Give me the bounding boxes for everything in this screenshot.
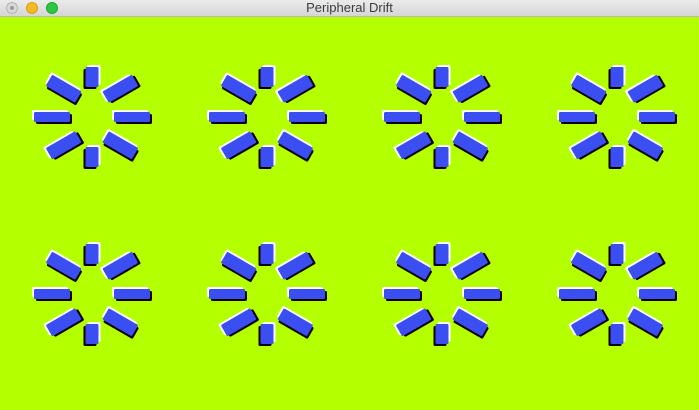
drift-tile <box>608 145 626 169</box>
tile-face <box>209 112 245 122</box>
tile-face <box>610 147 624 167</box>
drift-tile <box>83 322 101 346</box>
drift-tile <box>433 322 451 346</box>
tile-face <box>85 244 99 264</box>
drift-tile <box>557 287 597 301</box>
drift-tile <box>287 110 327 124</box>
tile-face <box>464 289 500 299</box>
drift-tile <box>637 110 677 124</box>
drift-tile <box>382 110 422 124</box>
tile-face <box>639 289 675 299</box>
tile-face <box>435 244 449 264</box>
drift-tile <box>637 287 677 301</box>
canvas-background <box>0 17 699 410</box>
illusion-canvas <box>0 17 699 410</box>
drift-tile <box>462 110 502 124</box>
tile-face <box>85 147 99 167</box>
tile-face <box>435 147 449 167</box>
tile-face <box>610 67 624 87</box>
tile-face <box>559 112 595 122</box>
drift-tile <box>112 110 152 124</box>
drift-tile <box>207 287 247 301</box>
tile-face <box>85 324 99 344</box>
drift-tile <box>608 322 626 346</box>
drift-tile <box>83 242 101 266</box>
peripheral-drift-drawing <box>0 17 699 410</box>
drift-tile <box>462 287 502 301</box>
drift-tile <box>258 322 276 346</box>
drift-tile <box>258 242 276 266</box>
drift-tile <box>258 65 276 89</box>
tile-face <box>260 244 274 264</box>
tile-face <box>289 112 325 122</box>
drift-tile <box>433 242 451 266</box>
drift-tile <box>382 287 422 301</box>
drift-tile <box>32 110 72 124</box>
tile-face <box>34 112 70 122</box>
drift-tile <box>258 145 276 169</box>
drift-tile <box>83 145 101 169</box>
tile-face <box>435 67 449 87</box>
tile-face <box>610 324 624 344</box>
drift-tile <box>433 65 451 89</box>
tile-face <box>85 67 99 87</box>
app-window: Peripheral Drift <box>0 0 699 410</box>
title-bar[interactable]: Peripheral Drift <box>0 0 699 17</box>
tile-face <box>260 147 274 167</box>
drift-tile <box>557 110 597 124</box>
tile-face <box>435 324 449 344</box>
drift-tile <box>287 287 327 301</box>
drift-tile <box>608 65 626 89</box>
drift-tile <box>433 145 451 169</box>
tile-face <box>114 112 150 122</box>
tile-face <box>464 112 500 122</box>
window-title: Peripheral Drift <box>306 0 393 15</box>
drift-tile <box>207 110 247 124</box>
tile-face <box>384 289 420 299</box>
tile-face <box>384 112 420 122</box>
tile-face <box>639 112 675 122</box>
tile-face <box>610 244 624 264</box>
tile-face <box>114 289 150 299</box>
drift-tile <box>608 242 626 266</box>
drift-tile <box>83 65 101 89</box>
drift-tile <box>32 287 72 301</box>
drift-tile <box>112 287 152 301</box>
tile-face <box>260 324 274 344</box>
tile-face <box>260 67 274 87</box>
tile-face <box>559 289 595 299</box>
tile-face <box>209 289 245 299</box>
tile-face <box>34 289 70 299</box>
tile-face <box>289 289 325 299</box>
